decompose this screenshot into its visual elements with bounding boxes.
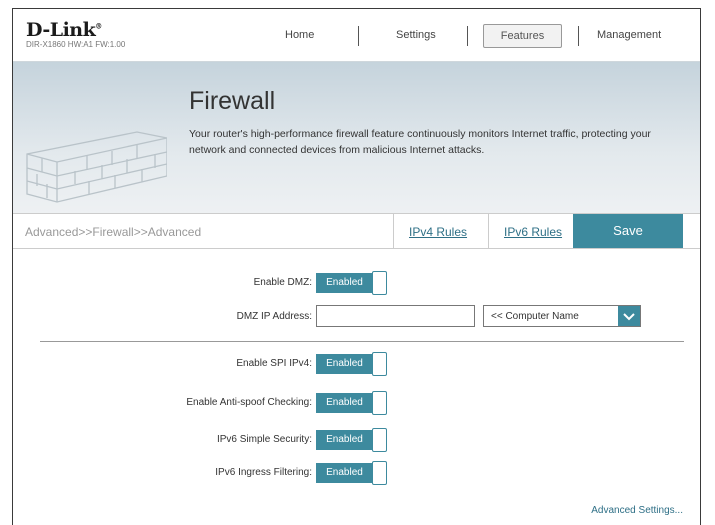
tab-divider [488, 214, 489, 248]
top-navigation-bar: D-Link® DIR-X1860 HW:A1 FW:1.00 Home Set… [13, 9, 700, 61]
brick-wall-icon [26, 131, 167, 203]
enable-dmz-label: Enable DMZ: [253, 277, 312, 288]
toggle-state: Enabled [316, 273, 373, 293]
dmz-ip-label: DMZ IP Address: [236, 311, 312, 322]
spi-ipv4-toggle[interactable]: Enabled [316, 352, 388, 376]
computer-name-select-value: << Computer Name [491, 311, 579, 322]
nav-separator [467, 26, 468, 46]
dlink-logo: D-Link® [26, 19, 102, 41]
nav-features[interactable]: Features [483, 24, 562, 48]
toggle-state: Enabled [316, 354, 373, 374]
ipv6-ingress-filtering-label: IPv6 Ingress Filtering: [215, 467, 312, 478]
page-title: Firewall [189, 87, 276, 115]
nav-home[interactable]: Home [285, 29, 314, 41]
ipv6-rules-link[interactable]: IPv6 Rules [504, 225, 562, 239]
router-admin-page: D-Link® DIR-X1860 HW:A1 FW:1.00 Home Set… [12, 8, 701, 525]
toggle-knob [372, 461, 387, 485]
enable-dmz-toggle[interactable]: Enabled [316, 271, 388, 295]
dmz-ip-address-input[interactable] [316, 305, 475, 327]
page-description: Your router's high-performance firewall … [189, 128, 651, 156]
ipv6-simple-security-label: IPv6 Simple Security: [216, 434, 312, 445]
anti-spoof-toggle[interactable]: Enabled [316, 391, 388, 415]
nav-separator [358, 26, 359, 46]
chevron-down-icon[interactable] [618, 306, 640, 326]
toggle-knob [372, 271, 387, 295]
anti-spoof-label: Enable Anti-spoof Checking: [186, 397, 312, 408]
save-button[interactable]: Save [573, 214, 683, 248]
nav-separator [578, 26, 579, 46]
firewall-banner: Firewall Your router's high-performance … [13, 61, 700, 214]
section-divider [40, 341, 684, 342]
nav-settings[interactable]: Settings [396, 29, 436, 41]
toggle-knob [372, 428, 387, 452]
advanced-settings-link[interactable]: Advanced Settings... [591, 505, 683, 516]
toggle-knob [372, 352, 387, 376]
toggle-state: Enabled [316, 463, 373, 483]
computer-name-select[interactable]: << Computer Name [483, 305, 641, 327]
ipv6-simple-security-toggle[interactable]: Enabled [316, 428, 388, 452]
nav-management[interactable]: Management [597, 29, 661, 41]
ipv4-rules-link[interactable]: IPv4 Rules [409, 225, 467, 239]
breadcrumb: Advanced>>Firewall>>Advanced [25, 225, 202, 239]
spi-ipv4-label: Enable SPI IPv4: [236, 358, 312, 369]
tab-divider [393, 214, 394, 248]
model-info: DIR-X1860 HW:A1 FW:1.00 [26, 40, 126, 49]
toggle-state: Enabled [316, 393, 373, 413]
toggle-knob [372, 391, 387, 415]
breadcrumb-bar: Advanced>>Firewall>>Advanced IPv4 Rules … [13, 213, 700, 249]
toggle-state: Enabled [316, 430, 373, 450]
ipv6-ingress-filtering-toggle[interactable]: Enabled [316, 461, 388, 485]
